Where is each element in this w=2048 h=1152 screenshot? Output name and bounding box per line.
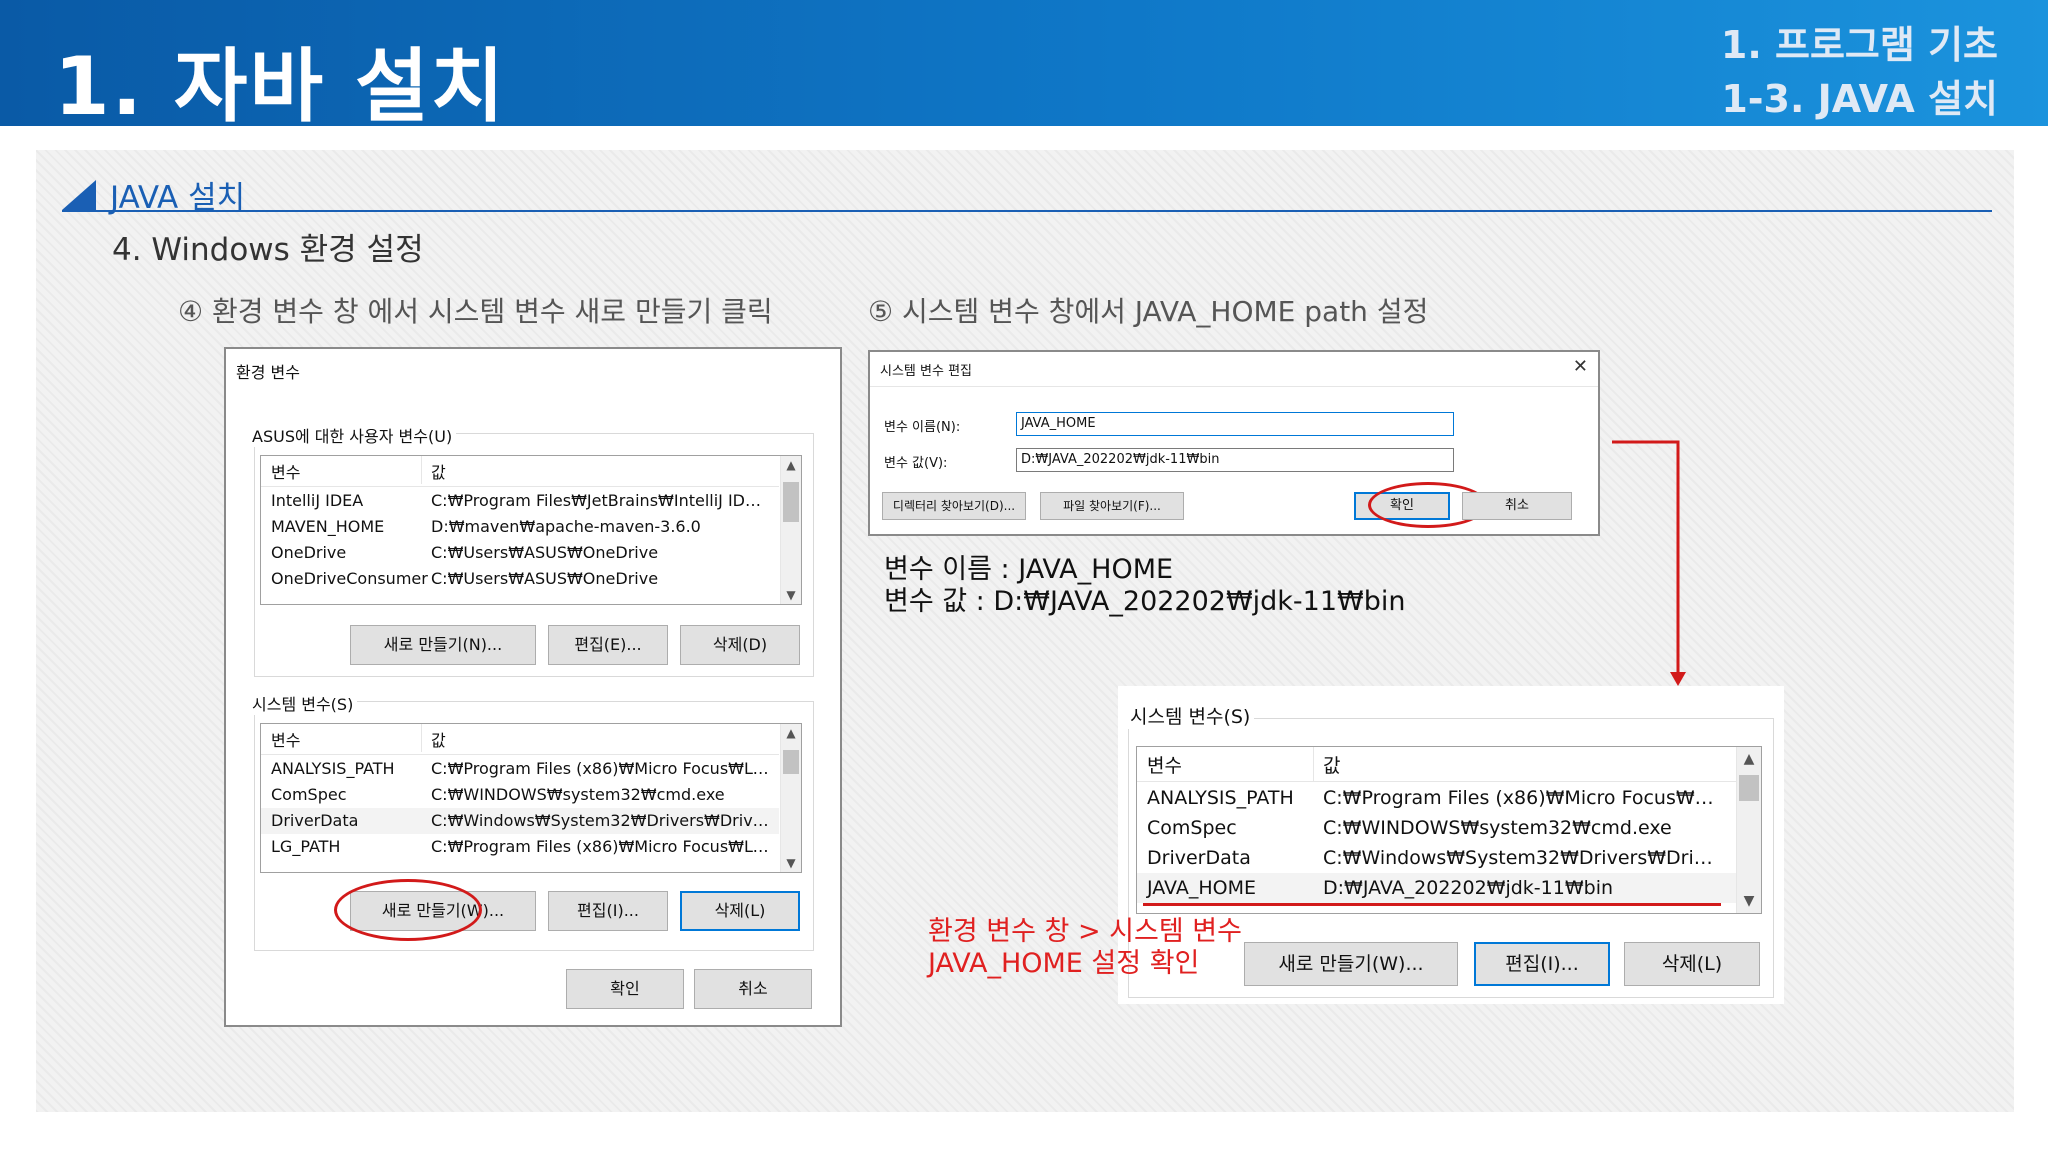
system-vars-label: 시스템 변수(S) <box>248 691 358 715</box>
close-icon[interactable]: ✕ <box>1573 356 1588 377</box>
user-delete-button[interactable]: 삭제(D) <box>680 625 800 665</box>
note-variable-value: 변수 값 : D:₩JAVA_202202₩jdk-11₩bin <box>884 586 1406 617</box>
cancel-button[interactable]: 취소 <box>694 969 812 1009</box>
system-edit-button[interactable]: 편집(I)... <box>548 891 668 931</box>
system-vars-list[interactable]: 변수 값 ANALYSIS_PATH C:₩Program Files (x86… <box>1136 746 1762 914</box>
scroll-down-icon[interactable]: ▼ <box>781 588 801 602</box>
system-edit-button[interactable]: 편집(I)... <box>1474 942 1610 986</box>
dialog-title: 환경 변수 <box>236 363 300 382</box>
edit-system-variable-dialog: 시스템 변수 편집 ✕ 변수 이름(N): JAVA_HOME 변수 값(V):… <box>868 350 1600 536</box>
cancel-button[interactable]: 취소 <box>1462 492 1572 520</box>
system-delete-button[interactable]: 삭제(L) <box>680 891 800 931</box>
variable-name-input[interactable]: JAVA_HOME <box>1016 412 1454 436</box>
system-new-button[interactable]: 새로 만들기(W)... <box>350 891 536 931</box>
red-note-line2: JAVA_HOME 설정 확인 <box>928 948 1200 979</box>
ok-button[interactable]: 확인 <box>566 969 684 1009</box>
browse-directory-button[interactable]: 디렉터리 찾아보기(D)... <box>882 492 1026 520</box>
user-vars-list[interactable]: 변수 값 IntelliJ IDEA C:₩Program Files₩JetB… <box>260 455 802 605</box>
variable-value-input[interactable]: D:₩JAVA_202202₩jdk-11₩bin <box>1016 448 1454 472</box>
scroll-down-icon[interactable]: ▼ <box>781 856 801 870</box>
slide-title: 1. 자바 설치 <box>54 40 507 133</box>
list-item[interactable]: OneDriveConsumer C:₩Users₩ASUS₩OneDrive <box>261 566 779 592</box>
list-item[interactable]: DriverData C:₩Windows₩System32₩Drivers₩D… <box>261 808 779 834</box>
ok-button[interactable]: 확인 <box>1354 492 1450 520</box>
column-header-var: 변수 <box>271 463 301 482</box>
list-header: 변수 값 <box>261 728 779 755</box>
list-item[interactable]: LG_PATH C:₩Program Files (x86)₩Micro Foc… <box>261 834 779 860</box>
column-header-value: 값 <box>431 463 446 482</box>
column-header-var: 변수 <box>1147 755 1182 777</box>
dialog-title: 시스템 변수 편집 <box>880 364 972 379</box>
slide-header: 1. 자바 설치 1. 프로그램 기초 1-3. JAVA 설치 <box>0 0 2048 133</box>
list-item[interactable]: ComSpec C:₩WINDOWS₩system32₩cmd.exe <box>1137 813 1737 843</box>
system-new-button[interactable]: 새로 만들기(W)... <box>1244 942 1458 986</box>
note-variable-name: 변수 이름 : JAVA_HOME <box>884 554 1174 585</box>
column-header-value: 값 <box>1323 755 1341 777</box>
list-item[interactable]: DriverData C:₩Windows₩System32₩Drivers₩D… <box>1137 843 1737 873</box>
variable-name-label: 변수 이름(N): <box>884 420 961 435</box>
list-item[interactable]: ANALYSIS_PATH C:₩Program Files (x86)₩Mic… <box>261 756 779 782</box>
list-item[interactable]: MAVEN_HOME D:₩maven₩apache-maven-3.6.0 <box>261 514 779 540</box>
list-item-java-home[interactable]: JAVA_HOME D:₩JAVA_202202₩jdk-11₩bin <box>1137 873 1737 903</box>
list-item[interactable]: ComSpec C:₩WINDOWS₩system32₩cmd.exe <box>261 782 779 808</box>
list-header: 변수 값 <box>261 460 779 487</box>
section-marker-icon <box>62 180 96 210</box>
caption-step4: ④ 환경 변수 창 에서 시스템 변수 새로 만들기 클릭 <box>178 295 773 328</box>
section-divider <box>62 210 1992 212</box>
user-list-scrollbar[interactable]: ▲ ▼ <box>780 456 801 604</box>
scrollbar-thumb[interactable] <box>783 482 799 522</box>
column-header-var: 변수 <box>271 731 301 750</box>
user-vars-label: ASUS에 대한 사용자 변수(U) <box>248 423 457 447</box>
scrollbar-thumb[interactable] <box>1739 775 1759 801</box>
list-header: 변수 값 <box>1137 751 1737 782</box>
user-new-button[interactable]: 새로 만들기(N)... <box>350 625 536 665</box>
section-label: 1-3. JAVA 설치 <box>1721 77 1998 121</box>
list-item[interactable]: OneDrive C:₩Users₩ASUS₩OneDrive <box>261 540 779 566</box>
variable-value-label: 변수 값(V): <box>884 456 948 471</box>
column-header-value: 값 <box>431 731 446 750</box>
red-note-line1: 환경 변수 창 > 시스템 변수 <box>928 916 1242 947</box>
scroll-up-icon[interactable]: ▲ <box>781 726 801 740</box>
scrollbar-thumb[interactable] <box>783 750 799 774</box>
user-edit-button[interactable]: 편집(E)... <box>548 625 668 665</box>
highlight-underline <box>1143 903 1721 906</box>
chapter-label: 1. 프로그램 기초 <box>1720 23 1998 67</box>
scroll-down-icon[interactable]: ▼ <box>1737 893 1761 909</box>
caption-step5: ⑤ 시스템 변수 창에서 JAVA_HOME path 설정 <box>868 295 1429 328</box>
system-list-scrollbar[interactable]: ▲ ▼ <box>780 724 801 872</box>
list-item[interactable]: ANALYSIS_PATH C:₩Program Files (x86)₩Mic… <box>1137 783 1737 813</box>
system-vars-label: 시스템 변수(S) <box>1126 702 1255 729</box>
browse-file-button[interactable]: 파일 찾아보기(F)... <box>1040 492 1184 520</box>
scroll-up-icon[interactable]: ▲ <box>781 458 801 472</box>
system-list-scrollbar[interactable]: ▲ ▼ <box>1736 747 1761 913</box>
list-item[interactable]: IntelliJ IDEA C:₩Program Files₩JetBrains… <box>261 488 779 514</box>
system-delete-button[interactable]: 삭제(L) <box>1624 942 1760 986</box>
system-vars-panel: 시스템 변수(S) 변수 값 ANALYSIS_PATH C:₩Program … <box>1118 686 1784 1004</box>
scroll-up-icon[interactable]: ▲ <box>1737 751 1761 767</box>
section-subtitle: 4. Windows 환경 설정 <box>112 232 424 268</box>
env-vars-dialog: 환경 변수 ASUS에 대한 사용자 변수(U) 변수 값 IntelliJ I… <box>224 347 842 1027</box>
system-vars-list[interactable]: 변수 값 ANALYSIS_PATH C:₩Program Files (x86… <box>260 723 802 873</box>
